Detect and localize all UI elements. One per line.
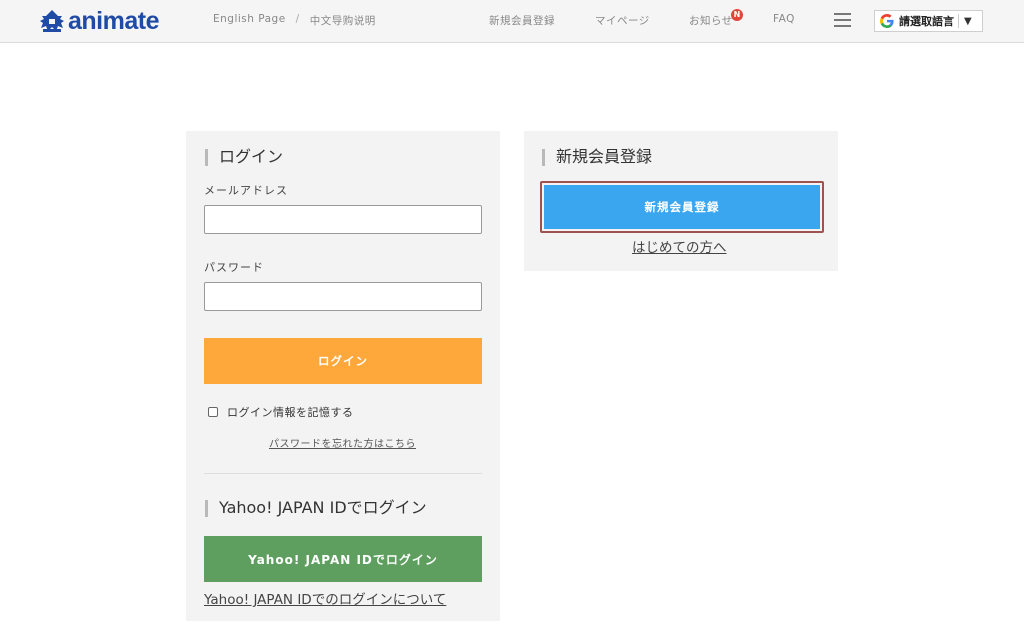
news-badge: N — [731, 9, 743, 21]
remember-checkbox[interactable] — [208, 407, 218, 417]
remember-label: ログイン情報を記憶する — [227, 406, 354, 419]
link-separator: / — [295, 13, 300, 25]
logo-wordmark: animate — [68, 7, 159, 35]
signup-panel: 新規会員登録 新規会員登録 はじめての方へ — [524, 131, 838, 271]
chinese-guide-link[interactable]: 中文导购说明 — [310, 13, 376, 28]
language-links: English Page / 中文导购说明 — [213, 13, 376, 28]
site-logo[interactable]: animate — [38, 7, 159, 35]
login-button[interactable]: ログイン — [204, 338, 482, 384]
yahoo-title: Yahoo! JAPAN IDでログイン — [205, 498, 427, 518]
nav-mypage[interactable]: マイページ — [595, 13, 650, 28]
password-label: パスワード — [204, 261, 264, 274]
castle-logo-icon — [40, 10, 64, 32]
translate-divider — [958, 14, 959, 28]
nav-register[interactable]: 新規会員登録 — [489, 13, 555, 28]
google-translate-select[interactable]: 請選取語言 ▼ — [874, 10, 983, 32]
site-header: animate English Page / 中文导购说明 新規会員登録 マイペ… — [0, 0, 1024, 43]
google-g-icon — [880, 14, 894, 28]
login-title: ログイン — [205, 147, 283, 167]
translate-label: 請選取語言 — [899, 15, 954, 28]
password-field[interactable] — [204, 282, 482, 311]
english-page-link[interactable]: English Page — [213, 13, 286, 28]
remember-login[interactable]: ログイン情報を記憶する — [208, 404, 354, 420]
login-panel: ログイン メールアドレス パスワード ログイン ログイン情報を記憶する パスワー… — [186, 131, 500, 621]
signup-title: 新規会員登録 — [542, 147, 652, 167]
email-label: メールアドレス — [204, 184, 288, 197]
yahoo-about-link[interactable]: Yahoo! JAPAN IDでのログインについて — [204, 588, 446, 608]
signup-button[interactable]: 新規会員登録 — [544, 185, 820, 229]
nav-faq[interactable]: FAQ — [773, 13, 795, 25]
triangle-down-icon: ▼ — [964, 15, 972, 27]
nav-news[interactable]: お知らせ — [689, 13, 733, 28]
email-field[interactable] — [204, 205, 482, 234]
section-divider — [204, 473, 482, 474]
first-time-guide-link[interactable]: はじめての方へ — [632, 236, 727, 256]
hamburger-menu-icon[interactable] — [834, 13, 851, 27]
forgot-password-link[interactable]: パスワードを忘れた方はこちら — [269, 435, 416, 450]
yahoo-login-button[interactable]: Yahoo! JAPAN IDでログイン — [204, 536, 482, 582]
